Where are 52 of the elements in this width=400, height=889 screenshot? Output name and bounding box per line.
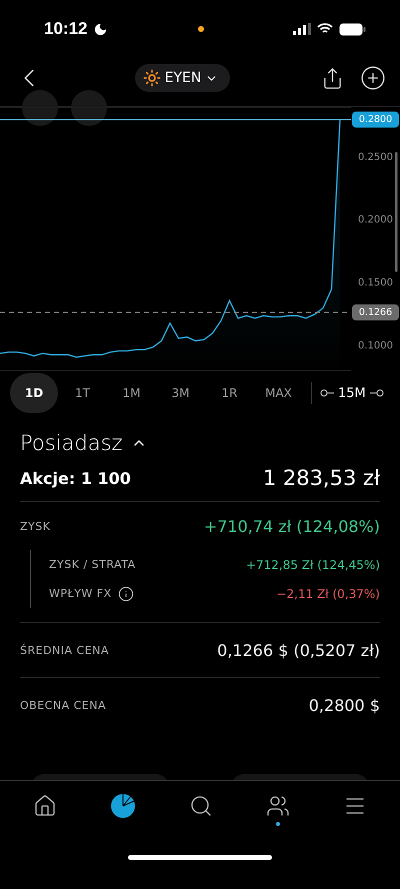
holdings-value: 1 283,53 zł	[262, 466, 380, 490]
range-tab[interactable]: 3M	[156, 373, 205, 413]
pie-chart-icon	[110, 793, 136, 819]
price-tag: 0.2800	[352, 112, 399, 128]
info-icon	[118, 586, 134, 602]
plus-icon	[360, 65, 386, 91]
nav-tab[interactable]	[32, 794, 57, 818]
axis-label: 0.1500	[358, 278, 393, 288]
range-tab[interactable]: 1D	[10, 373, 58, 413]
slider-left-icon	[320, 389, 334, 397]
price-value: 0,1266 $ (0,5207 zł)	[217, 640, 380, 660]
price-label: ŚREDNIA CENA	[20, 644, 109, 656]
share-button[interactable]	[321, 66, 344, 90]
status-time: 10:12	[44, 19, 88, 39]
profit-value: +710,74 zł (124,08%)	[204, 516, 380, 536]
search-icon	[188, 794, 213, 818]
shares-count: Akcje: 1 100	[20, 468, 131, 488]
price-value: 0,2800 $	[308, 696, 380, 714]
ticker-selector[interactable]: EYEN	[134, 64, 230, 92]
range-tab[interactable]: 1T	[58, 373, 107, 413]
nav-tab[interactable]	[188, 794, 213, 818]
axis-label: 0.2500	[358, 152, 393, 163]
add-button[interactable]	[360, 65, 386, 91]
ref-line-label: 0.2800	[358, 114, 392, 126]
recording-dot-icon	[198, 26, 204, 32]
holdings-toggle[interactable]: Posiadasz	[20, 431, 380, 455]
breakdown-label: WPŁYW FX	[49, 587, 112, 600]
slider-right-icon	[370, 389, 384, 397]
home-icon	[32, 794, 57, 818]
range-tab[interactable]: MAX	[254, 373, 303, 413]
chart-control[interactable]	[71, 90, 107, 126]
wifi-icon	[316, 23, 333, 35]
signal-icon	[292, 23, 311, 35]
people-icon	[266, 794, 290, 818]
ref-line-label: 0.1266	[358, 306, 392, 318]
range-tab[interactable]: 1R	[205, 373, 254, 413]
breakdown-label: ZYSK / STRATA	[49, 558, 136, 571]
axis-label: 0.2000	[358, 214, 393, 226]
interval-selector[interactable]: 15M	[320, 386, 384, 400]
price-label: OBECNA CENA	[20, 698, 106, 712]
share-icon	[321, 66, 344, 90]
chart-control[interactable]	[22, 90, 58, 126]
breakdown-value: +712,85 Zł (124,45%)	[246, 558, 380, 572]
axis-label: 0.1000	[358, 340, 393, 352]
battery-icon	[338, 22, 366, 36]
range-tab[interactable]: 1M	[107, 373, 156, 413]
moon-icon	[93, 22, 108, 36]
profit-label: ZYSK	[20, 520, 50, 532]
breakdown-value: −2,11 Zł (0,37%)	[276, 586, 380, 600]
sun-icon	[142, 69, 161, 87]
price-tag: 0.1266	[352, 304, 399, 320]
nav-tab[interactable]	[110, 793, 136, 819]
